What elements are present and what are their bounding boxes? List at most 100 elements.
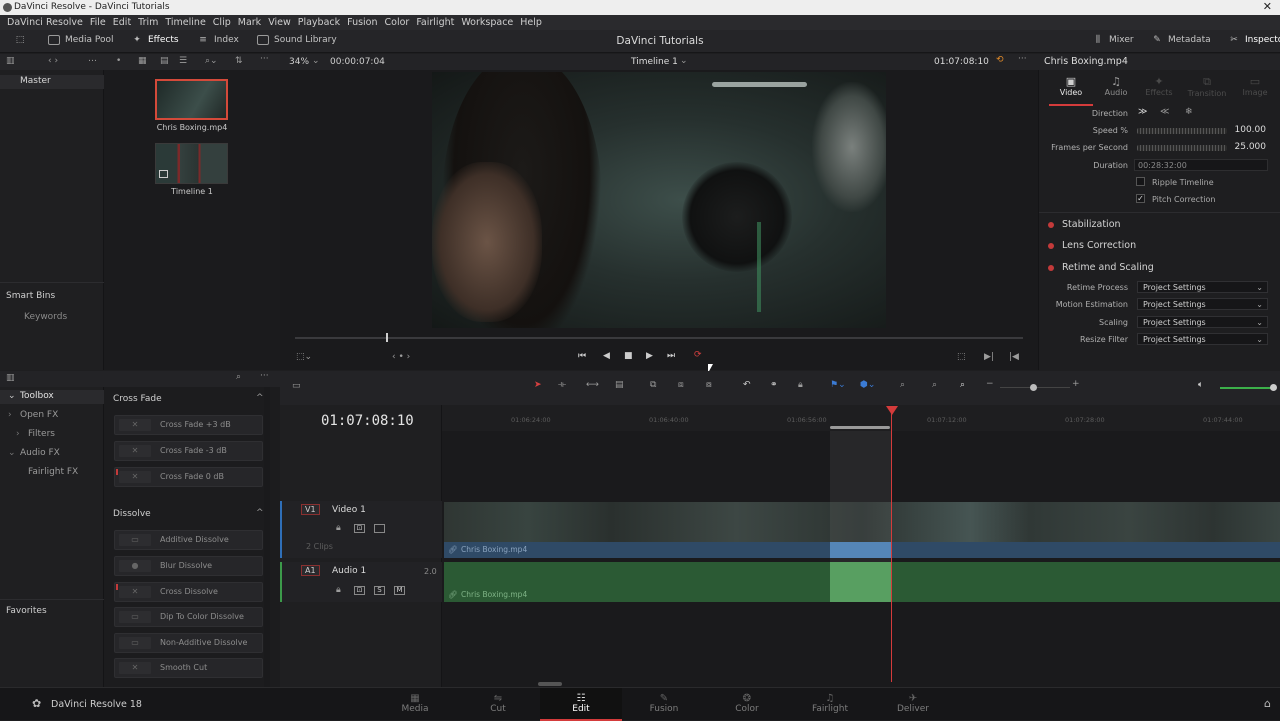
- duration-field[interactable]: 00:28:32:00: [1134, 159, 1268, 171]
- search-icon[interactable]: ⌕⌄: [205, 56, 218, 66]
- zoom-custom-icon[interactable]: ⌕: [960, 380, 965, 390]
- clip-thumbnail[interactable]: [155, 79, 228, 120]
- pitch-correction-checkbox[interactable]: ✓: [1136, 194, 1145, 203]
- linked-selection-icon[interactable]: ⚭: [770, 380, 778, 390]
- track-tag-a1[interactable]: A1: [301, 565, 320, 576]
- page-cut[interactable]: ⇋ Cut: [457, 688, 539, 721]
- loop-icon[interactable]: ⟳: [694, 350, 702, 360]
- sidebar-toggle-icon[interactable]: ▥: [6, 373, 15, 383]
- reverse-icon[interactable]: ≪: [1160, 107, 1169, 117]
- overwrite-clip-icon[interactable]: ⧈: [678, 380, 684, 390]
- timeline-view-options-icon[interactable]: ▭: [292, 381, 301, 391]
- match-frame-icon[interactable]: ⬚: [957, 352, 966, 362]
- viewer-timeline-name[interactable]: Timeline 1: [631, 57, 678, 67]
- fps-value[interactable]: 25.000: [1230, 142, 1267, 152]
- enable-dot-icon[interactable]: [1048, 242, 1054, 249]
- dissolve-header[interactable]: Dissolve: [113, 509, 151, 519]
- menu-trim[interactable]: Trim: [138, 17, 158, 28]
- auto-select-icon[interactable]: ⊡: [354, 586, 365, 595]
- speed-slider[interactable]: [1137, 128, 1227, 134]
- inspector-button[interactable]: ✂Inspector: [1228, 35, 1280, 45]
- zoom-in-icon[interactable]: +: [1072, 379, 1080, 389]
- menu-timeline[interactable]: Timeline: [165, 17, 205, 28]
- effect-dip-to-color[interactable]: ▭ Dip To Color Dissolve: [114, 607, 263, 627]
- media-pool-menu-icon[interactable]: ···: [260, 54, 269, 64]
- chevron-down-icon[interactable]: ⌄: [8, 448, 16, 458]
- tree-fairlight-fx[interactable]: Fairlight FX: [28, 467, 78, 477]
- freeze-icon[interactable]: ❄: [1185, 107, 1193, 117]
- auto-select-icon[interactable]: ⊡: [354, 524, 365, 533]
- menu-mark[interactable]: Mark: [238, 17, 261, 28]
- smart-bins-header[interactable]: Smart Bins: [6, 291, 55, 301]
- solo-button[interactable]: S: [374, 586, 385, 595]
- jog-icon[interactable]: ‹ • ›: [392, 352, 410, 362]
- timeline-scrollbar[interactable]: [538, 682, 562, 686]
- sort-icon[interactable]: ⇅: [235, 56, 243, 66]
- tab-audio[interactable]: ♫ Audio: [1094, 75, 1138, 105]
- stop-icon[interactable]: ■: [624, 351, 633, 361]
- metadata-button[interactable]: ✎ Metadata: [1151, 35, 1210, 45]
- track-tag-v1[interactable]: V1: [301, 504, 320, 515]
- page-fusion[interactable]: ✎ Fusion: [623, 688, 705, 721]
- chevron-down-icon[interactable]: ⌄: [8, 391, 16, 401]
- video-frame[interactable]: [432, 72, 886, 328]
- dynamic-trim-icon[interactable]: ⟷: [586, 380, 599, 390]
- trim-tool-icon[interactable]: ⟛: [558, 380, 566, 390]
- scrubber-bar[interactable]: [295, 337, 1023, 339]
- tab-image[interactable]: ▭ Image: [1233, 75, 1277, 105]
- selection-tool-icon[interactable]: ➤: [534, 380, 542, 390]
- tree-toolbox[interactable]: Toolbox: [20, 391, 54, 401]
- bin-master[interactable]: Master: [20, 76, 51, 86]
- menu-file[interactable]: File: [90, 17, 106, 28]
- chevron-right-icon[interactable]: ›: [8, 410, 12, 420]
- effect-additive-dissolve[interactable]: ▭ Additive Dissolve: [114, 530, 263, 550]
- go-to-start-icon[interactable]: ⏮: [578, 351, 586, 361]
- zoom-detail-icon[interactable]: ⌕: [932, 380, 937, 390]
- effect-smooth-cut[interactable]: ✕ Smooth Cut: [114, 658, 263, 678]
- close-icon[interactable]: ✕: [1263, 0, 1272, 13]
- menu-fairlight[interactable]: Fairlight: [416, 17, 454, 28]
- menu-view[interactable]: View: [268, 17, 291, 28]
- go-to-end-icon[interactable]: ⏭: [667, 351, 675, 361]
- playhead-handle[interactable]: [886, 406, 898, 415]
- ripple-timeline-checkbox[interactable]: [1136, 177, 1145, 186]
- audio-track-name[interactable]: Audio 1: [332, 566, 366, 576]
- video-track-name[interactable]: Video 1: [332, 505, 366, 515]
- master-volume-slider[interactable]: [1220, 387, 1272, 389]
- snapping-icon[interactable]: ↶: [743, 380, 751, 390]
- grid-view-icon[interactable]: ▤: [160, 56, 169, 66]
- menu-playback[interactable]: Playback: [298, 17, 340, 28]
- enable-dot-icon[interactable]: [1048, 221, 1054, 228]
- scrubber-handle[interactable]: [386, 333, 388, 342]
- tree-open-fx[interactable]: Open FX: [20, 410, 58, 420]
- effect-non-additive-dissolve[interactable]: ▭ Non-Additive Dissolve: [114, 633, 263, 653]
- zoom-slider-handle[interactable]: [1030, 384, 1037, 391]
- track-enable-icon[interactable]: [374, 524, 385, 533]
- more-options-icon[interactable]: …: [88, 54, 97, 64]
- retime-process-select[interactable]: Project Settings ⌄: [1137, 281, 1268, 293]
- playhead[interactable]: [891, 406, 892, 682]
- page-deliver[interactable]: ✈ Deliver: [872, 688, 954, 721]
- favorites-header[interactable]: Favorites: [6, 606, 47, 616]
- menu-color[interactable]: Color: [385, 17, 410, 28]
- timeline-dropdown-icon[interactable]: ⌄: [680, 56, 688, 66]
- sync-icon[interactable]: ⟲: [996, 55, 1004, 65]
- viewer-mode-icon[interactable]: ⬚⌄: [296, 352, 312, 362]
- marker-icon[interactable]: ⬢⌄: [860, 380, 875, 390]
- effect-cross-fade-0[interactable]: ✕ Cross Fade 0 dB: [114, 467, 263, 487]
- tree-filters[interactable]: Filters: [28, 429, 55, 439]
- volume-handle[interactable]: [1270, 384, 1277, 391]
- page-edit[interactable]: ☷ Edit: [540, 688, 622, 721]
- prev-edit-icon[interactable]: |◀: [1009, 352, 1019, 362]
- replace-clip-icon[interactable]: ⧇: [706, 380, 712, 390]
- menu-workspace[interactable]: Workspace: [461, 17, 513, 28]
- list-view-icon[interactable]: ☰: [179, 56, 187, 66]
- enable-dot-icon[interactable]: [1048, 264, 1054, 271]
- forward-icon[interactable]: ≫: [1138, 107, 1147, 117]
- position-lock-icon[interactable]: 🔒︎: [798, 380, 803, 390]
- effect-cross-fade-minus3[interactable]: ✕ Cross Fade -3 dB: [114, 441, 263, 461]
- play-icon[interactable]: ▶: [646, 351, 653, 361]
- lock-icon[interactable]: 🔒︎: [336, 523, 341, 533]
- speaker-icon[interactable]: 🔈︎: [1198, 380, 1203, 390]
- cross-fade-header[interactable]: Cross Fade: [113, 394, 162, 404]
